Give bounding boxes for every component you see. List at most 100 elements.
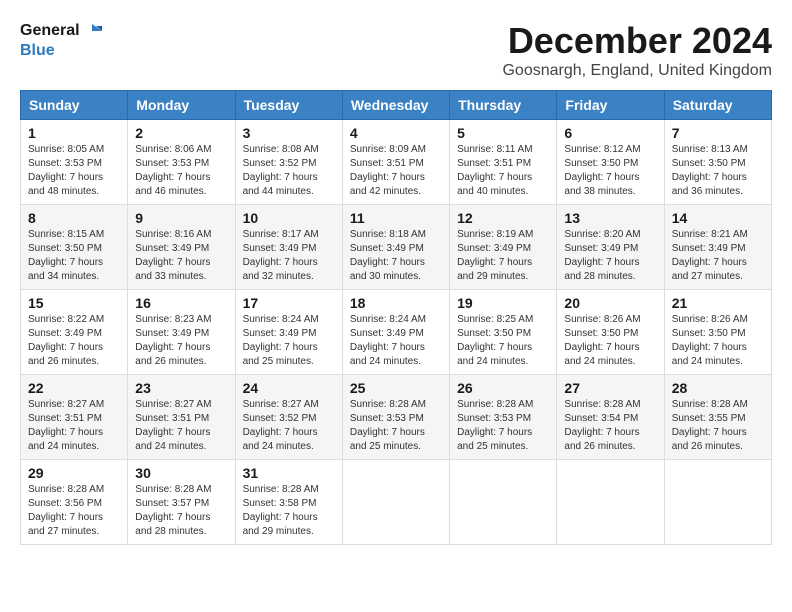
day-number: 12 xyxy=(457,210,549,226)
day-number: 7 xyxy=(672,125,764,141)
day-number: 8 xyxy=(28,210,120,226)
table-row: 24 Sunrise: 8:27 AMSunset: 3:52 PMDaylig… xyxy=(235,375,342,460)
day-info: Sunrise: 8:27 AMSunset: 3:51 PMDaylight:… xyxy=(135,398,227,454)
day-info: Sunrise: 8:27 AMSunset: 3:52 PMDaylight:… xyxy=(243,398,335,454)
col-saturday: Saturday xyxy=(664,91,771,120)
day-info: Sunrise: 8:09 AMSunset: 3:51 PMDaylight:… xyxy=(350,143,442,199)
title-area: December 2024 Goosnargh, England, United… xyxy=(502,20,772,80)
day-number: 17 xyxy=(243,295,335,311)
table-row: 27 Sunrise: 8:28 AMSunset: 3:54 PMDaylig… xyxy=(557,375,664,460)
table-row: 19 Sunrise: 8:25 AMSunset: 3:50 PMDaylig… xyxy=(450,290,557,375)
calendar-week-row: 22 Sunrise: 8:27 AMSunset: 3:51 PMDaylig… xyxy=(21,375,772,460)
table-row: 13 Sunrise: 8:20 AMSunset: 3:49 PMDaylig… xyxy=(557,205,664,290)
table-row: 8 Sunrise: 8:15 AMSunset: 3:50 PMDayligh… xyxy=(21,205,128,290)
table-row: 23 Sunrise: 8:27 AMSunset: 3:51 PMDaylig… xyxy=(128,375,235,460)
col-monday: Monday xyxy=(128,91,235,120)
day-number: 15 xyxy=(28,295,120,311)
header-row: Sunday Monday Tuesday Wednesday Thursday… xyxy=(21,91,772,120)
table-row: 29 Sunrise: 8:28 AMSunset: 3:56 PMDaylig… xyxy=(21,460,128,545)
day-number: 14 xyxy=(672,210,764,226)
day-info: Sunrise: 8:20 AMSunset: 3:49 PMDaylight:… xyxy=(564,228,656,284)
day-info: Sunrise: 8:28 AMSunset: 3:53 PMDaylight:… xyxy=(350,398,442,454)
col-wednesday: Wednesday xyxy=(342,91,449,120)
day-info: Sunrise: 8:27 AMSunset: 3:51 PMDaylight:… xyxy=(28,398,120,454)
day-number: 10 xyxy=(243,210,335,226)
logo-bird-icon xyxy=(82,20,104,42)
day-number: 16 xyxy=(135,295,227,311)
day-info: Sunrise: 8:28 AMSunset: 3:57 PMDaylight:… xyxy=(135,483,227,539)
day-number: 19 xyxy=(457,295,549,311)
table-row: 18 Sunrise: 8:24 AMSunset: 3:49 PMDaylig… xyxy=(342,290,449,375)
day-number: 22 xyxy=(28,380,120,396)
day-info: Sunrise: 8:22 AMSunset: 3:49 PMDaylight:… xyxy=(28,313,120,369)
calendar-table: Sunday Monday Tuesday Wednesday Thursday… xyxy=(20,90,772,545)
table-row: 10 Sunrise: 8:17 AMSunset: 3:49 PMDaylig… xyxy=(235,205,342,290)
table-row: 6 Sunrise: 8:12 AMSunset: 3:50 PMDayligh… xyxy=(557,120,664,205)
day-info: Sunrise: 8:28 AMSunset: 3:56 PMDaylight:… xyxy=(28,483,120,539)
table-row: 28 Sunrise: 8:28 AMSunset: 3:55 PMDaylig… xyxy=(664,375,771,460)
day-number: 3 xyxy=(243,125,335,141)
day-info: Sunrise: 8:18 AMSunset: 3:49 PMDaylight:… xyxy=(350,228,442,284)
day-info: Sunrise: 8:23 AMSunset: 3:49 PMDaylight:… xyxy=(135,313,227,369)
table-row: 20 Sunrise: 8:26 AMSunset: 3:50 PMDaylig… xyxy=(557,290,664,375)
day-number: 27 xyxy=(564,380,656,396)
day-number: 13 xyxy=(564,210,656,226)
day-info: Sunrise: 8:25 AMSunset: 3:50 PMDaylight:… xyxy=(457,313,549,369)
day-number: 4 xyxy=(350,125,442,141)
day-number: 30 xyxy=(135,465,227,481)
day-info: Sunrise: 8:28 AMSunset: 3:55 PMDaylight:… xyxy=(672,398,764,454)
logo: General Blue xyxy=(20,20,104,60)
table-row: 1 Sunrise: 8:05 AMSunset: 3:53 PMDayligh… xyxy=(21,120,128,205)
table-row: 9 Sunrise: 8:16 AMSunset: 3:49 PMDayligh… xyxy=(128,205,235,290)
day-number: 23 xyxy=(135,380,227,396)
table-row xyxy=(450,460,557,545)
day-info: Sunrise: 8:16 AMSunset: 3:49 PMDaylight:… xyxy=(135,228,227,284)
table-row xyxy=(557,460,664,545)
calendar-week-row: 15 Sunrise: 8:22 AMSunset: 3:49 PMDaylig… xyxy=(21,290,772,375)
col-tuesday: Tuesday xyxy=(235,91,342,120)
day-info: Sunrise: 8:28 AMSunset: 3:58 PMDaylight:… xyxy=(243,483,335,539)
day-number: 18 xyxy=(350,295,442,311)
table-row: 17 Sunrise: 8:24 AMSunset: 3:49 PMDaylig… xyxy=(235,290,342,375)
day-number: 9 xyxy=(135,210,227,226)
table-row xyxy=(664,460,771,545)
day-number: 6 xyxy=(564,125,656,141)
col-friday: Friday xyxy=(557,91,664,120)
table-row: 30 Sunrise: 8:28 AMSunset: 3:57 PMDaylig… xyxy=(128,460,235,545)
page-header: General Blue December 2024 Goosnargh, En… xyxy=(20,20,772,80)
table-row: 16 Sunrise: 8:23 AMSunset: 3:49 PMDaylig… xyxy=(128,290,235,375)
day-info: Sunrise: 8:05 AMSunset: 3:53 PMDaylight:… xyxy=(28,143,120,199)
table-row: 25 Sunrise: 8:28 AMSunset: 3:53 PMDaylig… xyxy=(342,375,449,460)
calendar-week-row: 29 Sunrise: 8:28 AMSunset: 3:56 PMDaylig… xyxy=(21,460,772,545)
day-info: Sunrise: 8:19 AMSunset: 3:49 PMDaylight:… xyxy=(457,228,549,284)
table-row: 11 Sunrise: 8:18 AMSunset: 3:49 PMDaylig… xyxy=(342,205,449,290)
table-row: 14 Sunrise: 8:21 AMSunset: 3:49 PMDaylig… xyxy=(664,205,771,290)
day-number: 31 xyxy=(243,465,335,481)
calendar-week-row: 8 Sunrise: 8:15 AMSunset: 3:50 PMDayligh… xyxy=(21,205,772,290)
day-info: Sunrise: 8:24 AMSunset: 3:49 PMDaylight:… xyxy=(243,313,335,369)
day-info: Sunrise: 8:15 AMSunset: 3:50 PMDaylight:… xyxy=(28,228,120,284)
location-subtitle: Goosnargh, England, United Kingdom xyxy=(502,62,772,80)
day-number: 28 xyxy=(672,380,764,396)
day-info: Sunrise: 8:13 AMSunset: 3:50 PMDaylight:… xyxy=(672,143,764,199)
col-sunday: Sunday xyxy=(21,91,128,120)
day-number: 2 xyxy=(135,125,227,141)
day-number: 25 xyxy=(350,380,442,396)
table-row xyxy=(342,460,449,545)
day-info: Sunrise: 8:28 AMSunset: 3:54 PMDaylight:… xyxy=(564,398,656,454)
table-row: 5 Sunrise: 8:11 AMSunset: 3:51 PMDayligh… xyxy=(450,120,557,205)
day-info: Sunrise: 8:06 AMSunset: 3:53 PMDaylight:… xyxy=(135,143,227,199)
table-row: 22 Sunrise: 8:27 AMSunset: 3:51 PMDaylig… xyxy=(21,375,128,460)
table-row: 7 Sunrise: 8:13 AMSunset: 3:50 PMDayligh… xyxy=(664,120,771,205)
day-info: Sunrise: 8:08 AMSunset: 3:52 PMDaylight:… xyxy=(243,143,335,199)
day-info: Sunrise: 8:24 AMSunset: 3:49 PMDaylight:… xyxy=(350,313,442,369)
day-number: 24 xyxy=(243,380,335,396)
day-number: 1 xyxy=(28,125,120,141)
col-thursday: Thursday xyxy=(450,91,557,120)
table-row: 2 Sunrise: 8:06 AMSunset: 3:53 PMDayligh… xyxy=(128,120,235,205)
calendar-week-row: 1 Sunrise: 8:05 AMSunset: 3:53 PMDayligh… xyxy=(21,120,772,205)
table-row: 3 Sunrise: 8:08 AMSunset: 3:52 PMDayligh… xyxy=(235,120,342,205)
table-row: 31 Sunrise: 8:28 AMSunset: 3:58 PMDaylig… xyxy=(235,460,342,545)
table-row: 4 Sunrise: 8:09 AMSunset: 3:51 PMDayligh… xyxy=(342,120,449,205)
day-info: Sunrise: 8:28 AMSunset: 3:53 PMDaylight:… xyxy=(457,398,549,454)
